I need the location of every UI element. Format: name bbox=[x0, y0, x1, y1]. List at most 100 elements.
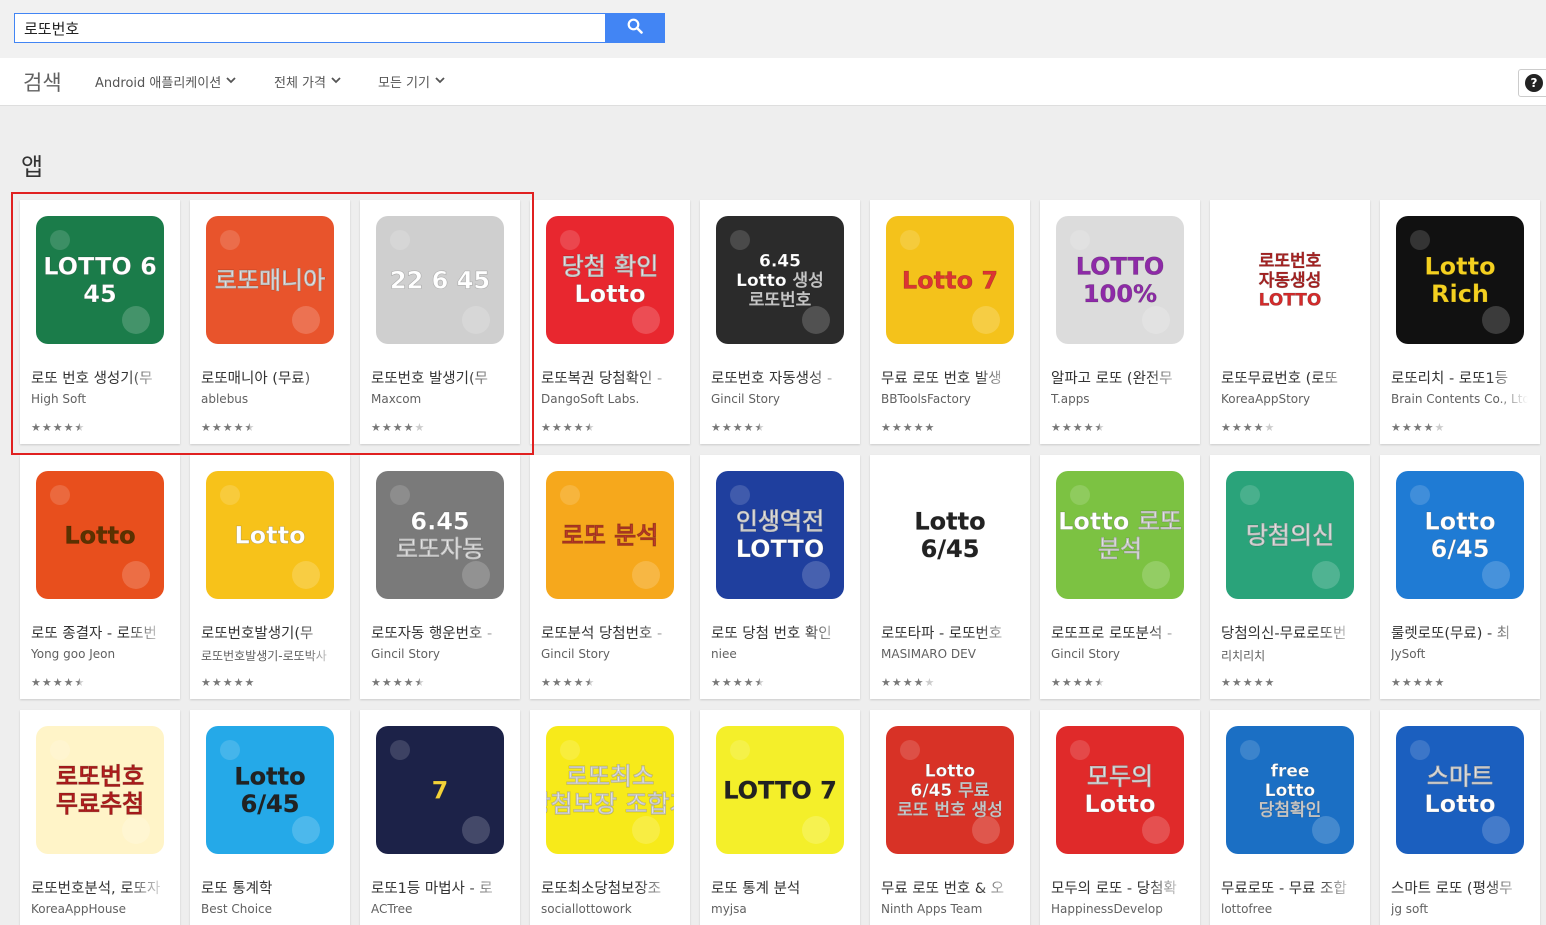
app-card[interactable]: 모두의 Lotto 모두의 로또 - 당첨확 HappinessDevelop bbox=[1040, 710, 1200, 925]
app-developer[interactable]: High Soft bbox=[31, 392, 168, 406]
app-title[interactable]: 무료 로또 번호 & 오 bbox=[881, 877, 1018, 898]
app-card[interactable]: LOTTO 7 로또 통계 분석 myjsa bbox=[700, 710, 860, 925]
app-icon[interactable]: 당첨 확인 Lotto bbox=[546, 216, 674, 344]
app-card[interactable]: 로또번호 자동생성 LOTTO 로또무료번호 (로또 KoreaAppStory ★★★… bbox=[1210, 200, 1370, 444]
app-developer[interactable]: T.apps bbox=[1051, 392, 1188, 406]
app-title[interactable]: 로또최소당첨보장조 bbox=[541, 877, 678, 898]
app-icon[interactable]: 22 6 45 bbox=[376, 216, 504, 344]
app-developer[interactable]: ACTree bbox=[371, 902, 508, 916]
app-developer[interactable]: HappinessDevelop bbox=[1051, 902, 1188, 916]
app-developer[interactable]: Gincil Story bbox=[541, 647, 678, 661]
app-card[interactable]: Lotto 6/45 룰렛로또(무료) - 최 JySoft ★★★★★ bbox=[1380, 455, 1540, 699]
app-title[interactable]: 로또번호분석, 로또자 bbox=[31, 877, 168, 898]
app-card[interactable]: 당첨의신 당첨의신-무료로또번 리치리치 ★★★★★ bbox=[1210, 455, 1370, 699]
app-developer[interactable]: Gincil Story bbox=[371, 647, 508, 661]
app-title[interactable]: 로또번호 자동생성 - bbox=[711, 367, 848, 388]
app-title[interactable]: 로또 통계 분석 bbox=[711, 877, 848, 898]
app-title[interactable]: 로또분석 당첨번호 - bbox=[541, 622, 678, 643]
app-title[interactable]: 당첨의신-무료로또번 bbox=[1221, 622, 1358, 643]
app-card[interactable]: 인생역전 LOTTO 로또 당첨 번호 확인 niee ★★★★★ bbox=[700, 455, 860, 699]
app-developer[interactable]: Best Choice bbox=[201, 902, 338, 916]
app-developer[interactable]: Brain Contents Co., Ltd bbox=[1391, 392, 1528, 406]
app-developer[interactable]: Gincil Story bbox=[1051, 647, 1188, 661]
app-title[interactable]: 로또 종결자 - 로또번 bbox=[31, 622, 168, 643]
app-card[interactable]: 스마트 Lotto 스마트 로또 (평생무 jg soft bbox=[1380, 710, 1540, 925]
app-icon[interactable]: Lotto bbox=[206, 471, 334, 599]
app-card[interactable]: Lotto 6/45 무료 로또 번호 생성 무료 로또 번호 & 오 Ninth A… bbox=[870, 710, 1030, 925]
search-input[interactable] bbox=[15, 14, 606, 42]
app-developer[interactable]: 리치리치 bbox=[1221, 647, 1358, 664]
app-developer[interactable]: BBToolsFactory bbox=[881, 392, 1018, 406]
app-developer[interactable]: DangoSoft Labs. bbox=[541, 392, 678, 406]
app-title[interactable]: 무료로또 - 무료 조합 bbox=[1221, 877, 1358, 898]
app-title[interactable]: 로또자동 행운번호 - bbox=[371, 622, 508, 643]
search-box[interactable] bbox=[14, 13, 606, 43]
app-title[interactable]: 로또 당첨 번호 확인 bbox=[711, 622, 848, 643]
app-card[interactable]: LOTTO 6 45 로또 번호 생성기(무 High Soft ★★★★★ bbox=[20, 200, 180, 444]
app-icon[interactable]: Lotto 6/45 bbox=[886, 471, 1014, 599]
app-icon[interactable]: LOTTO 7 bbox=[716, 726, 844, 854]
app-title[interactable]: 로또타파 - 로또번호 bbox=[881, 622, 1018, 643]
app-icon[interactable]: 로또번호 무료추첨 bbox=[36, 726, 164, 854]
app-card[interactable]: Lotto 7 무료 로또 번호 발생 BBToolsFactory ★★★★★ bbox=[870, 200, 1030, 444]
app-title[interactable]: 알파고 로또 (완전무 bbox=[1051, 367, 1188, 388]
app-card[interactable]: 당첨 확인 Lotto 로또복권 당첨확인 - DangoSoft Labs. ★★★… bbox=[530, 200, 690, 444]
app-card[interactable]: 6.45 로또자동 로또자동 행운번호 - Gincil Story ★★★★★ bbox=[360, 455, 520, 699]
app-icon[interactable]: Lotto 6/45 bbox=[1396, 471, 1524, 599]
device-filter[interactable]: 모든 기기 bbox=[378, 72, 446, 91]
app-card[interactable]: 로또최소당첨보장 조합기 로또최소당첨보장조 sociallottowork bbox=[530, 710, 690, 925]
app-developer[interactable]: lottofree bbox=[1221, 902, 1358, 916]
app-icon[interactable]: 6.45 로또자동 bbox=[376, 471, 504, 599]
app-title[interactable]: 로또번호발생기(무 bbox=[201, 622, 338, 643]
app-icon[interactable]: Lotto 6/45 bbox=[206, 726, 334, 854]
app-card[interactable]: Lotto 로또 종결자 - 로또번 Yong goo Jeon ★★★★★ bbox=[20, 455, 180, 699]
app-developer[interactable]: MASIMARO DEV bbox=[881, 647, 1018, 661]
app-icon[interactable]: Lotto bbox=[36, 471, 164, 599]
app-title[interactable]: 무료 로또 번호 발생 bbox=[881, 367, 1018, 388]
app-icon[interactable]: 로또매니아 bbox=[206, 216, 334, 344]
app-icon[interactable]: Lotto 로또 분석 bbox=[1056, 471, 1184, 599]
help-button[interactable]: ? bbox=[1518, 69, 1546, 97]
price-filter[interactable]: 전체 가격 bbox=[274, 72, 342, 91]
app-title[interactable]: 로또번호 발생기(무 bbox=[371, 367, 508, 388]
search-button[interactable] bbox=[605, 13, 665, 43]
app-icon[interactable]: 7 bbox=[376, 726, 504, 854]
app-card[interactable]: 22 6 45 로또번호 발생기(무 Maxcom ★★★★★ bbox=[360, 200, 520, 444]
app-icon[interactable]: free Lotto 당첨확인 bbox=[1226, 726, 1354, 854]
app-developer[interactable]: Gincil Story bbox=[711, 392, 848, 406]
app-card[interactable]: 로또 분석 로또분석 당첨번호 - Gincil Story ★★★★★ bbox=[530, 455, 690, 699]
app-developer[interactable]: niee bbox=[711, 647, 848, 661]
app-developer[interactable]: Maxcom bbox=[371, 392, 508, 406]
app-developer[interactable]: sociallottowork bbox=[541, 902, 678, 916]
app-icon[interactable]: Lotto 7 bbox=[886, 216, 1014, 344]
app-icon[interactable]: 로또번호 자동생성 LOTTO bbox=[1226, 216, 1354, 344]
app-card[interactable]: 7 로또1등 마법사 - 로 ACTree bbox=[360, 710, 520, 925]
app-developer[interactable]: ablebus bbox=[201, 392, 338, 406]
app-card[interactable]: 로또매니아 로또매니아 (무료) ablebus ★★★★★ bbox=[190, 200, 350, 444]
app-title[interactable]: 로또복권 당첨확인 - bbox=[541, 367, 678, 388]
app-developer[interactable]: myjsa bbox=[711, 902, 848, 916]
app-title[interactable]: 로또프로 로또분석 - bbox=[1051, 622, 1188, 643]
app-developer[interactable]: KoreaAppStory bbox=[1221, 392, 1358, 406]
app-icon[interactable]: 6.45 Lotto 생성 로또번호 bbox=[716, 216, 844, 344]
app-developer[interactable]: JySoft bbox=[1391, 647, 1528, 661]
app-icon[interactable]: 당첨의신 bbox=[1226, 471, 1354, 599]
app-title[interactable]: 모두의 로또 - 당첨확 bbox=[1051, 877, 1188, 898]
app-developer[interactable]: Ninth Apps Team bbox=[881, 902, 1018, 916]
category-filter[interactable]: Android 애플리케이션 bbox=[95, 72, 237, 91]
app-icon[interactable]: 로또 분석 bbox=[546, 471, 674, 599]
app-card[interactable]: Lotto 6/45 로또 통계학 Best Choice bbox=[190, 710, 350, 925]
app-title[interactable]: 로또무료번호 (로또 bbox=[1221, 367, 1358, 388]
app-icon[interactable]: 모두의 Lotto bbox=[1056, 726, 1184, 854]
app-icon[interactable]: Lotto 6/45 무료 로또 번호 생성 bbox=[886, 726, 1014, 854]
app-card[interactable]: Lotto 로또번호발생기(무 로또번호발생기-로또박사 ★★★★★ bbox=[190, 455, 350, 699]
app-card[interactable]: free Lotto 당첨확인 무료로또 - 무료 조합 lottofree bbox=[1210, 710, 1370, 925]
app-developer[interactable]: 로또번호발생기-로또박사 bbox=[201, 647, 338, 664]
app-developer[interactable]: jg soft bbox=[1391, 902, 1528, 916]
app-card[interactable]: Lotto 로또 분석 로또프로 로또분석 - Gincil Story ★★★★★ bbox=[1040, 455, 1200, 699]
app-developer[interactable]: Yong goo Jeon bbox=[31, 647, 168, 661]
app-card[interactable]: 6.45 Lotto 생성 로또번호 로또번호 자동생성 - Gincil Story… bbox=[700, 200, 860, 444]
app-developer[interactable]: KoreaAppHouse bbox=[31, 902, 168, 916]
app-title[interactable]: 룰렛로또(무료) - 최 bbox=[1391, 622, 1528, 643]
app-title[interactable]: 로또 통계학 bbox=[201, 877, 338, 898]
